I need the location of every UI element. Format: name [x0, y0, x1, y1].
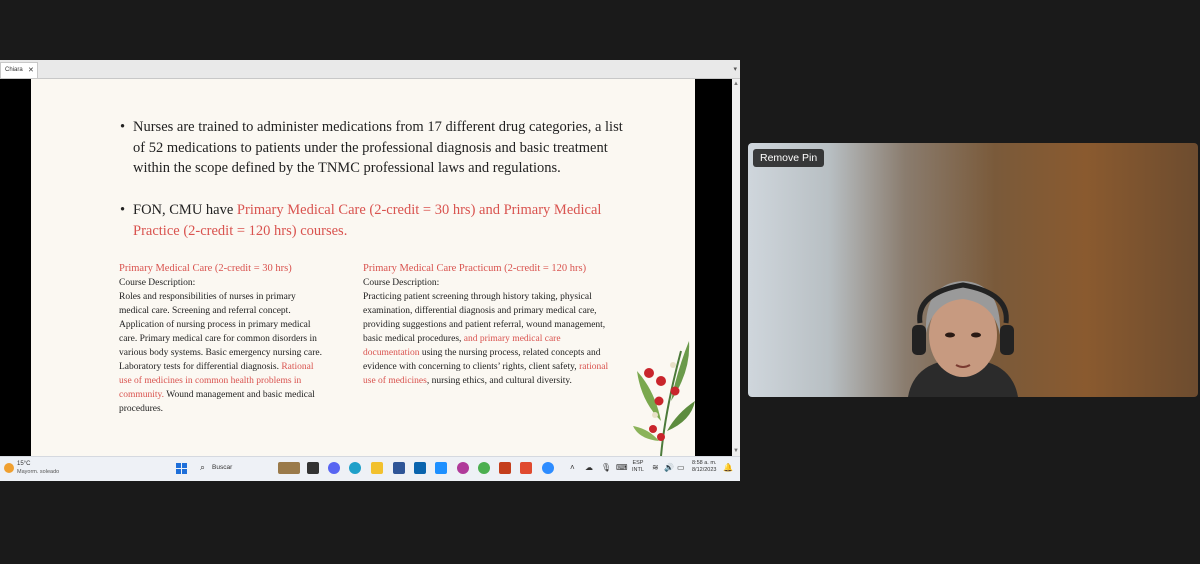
notification-bell-icon[interactable]: 🔔 [723, 463, 733, 472]
chevron-down-icon[interactable]: ▾ [733, 65, 737, 73]
clock-date: 8/12/2023 [692, 467, 717, 473]
task-view-icon[interactable] [307, 462, 319, 474]
shared-screen: Chiara ✕ ▾ • Nurses are trained to admin… [0, 60, 740, 481]
slide: • Nurses are trained to administer medic… [31, 79, 695, 456]
chat-icon[interactable] [328, 462, 340, 474]
app-purple-icon[interactable] [457, 462, 469, 474]
chevron-up-icon[interactable]: ˄ [570, 463, 575, 472]
flower-decoration-icon [633, 341, 695, 456]
right-column: Primary Medical Care Practicum (2-credit… [363, 262, 611, 388]
app-icon[interactable] [435, 462, 447, 474]
right-text-3: , nursing ethics, and cultural diversity… [426, 376, 572, 386]
keyboard-icon[interactable]: ⌨ [616, 463, 628, 472]
folder-icon[interactable] [371, 462, 383, 474]
lync-icon[interactable] [393, 462, 405, 474]
participant-video [908, 281, 1018, 397]
right-column-heading: Primary Medical Care Practicum (2-credit… [363, 263, 587, 274]
mail-icon[interactable] [414, 462, 426, 474]
search-label[interactable]: Buscar [212, 464, 232, 471]
microphone-icon[interactable]: 🎙 [601, 463, 611, 472]
taskbar: 15°C Mayorm. soleado ⌕ Buscar ˄ ☁ 🎙 ⌨ ES… [0, 456, 740, 481]
bullet-dot-icon: • [120, 202, 126, 218]
weather-sun-icon[interactable] [4, 463, 14, 473]
cloud-icon[interactable]: ☁ [585, 463, 593, 472]
tab-title: Chiara [5, 67, 23, 73]
clock[interactable]: 8:58 a. m. 8/12/2023 [692, 460, 716, 474]
tab-chiara[interactable]: Chiara ✕ [0, 62, 38, 78]
close-icon[interactable]: ✕ [28, 66, 34, 74]
vertical-scrollbar[interactable]: ▲ ▼ [732, 79, 740, 456]
clock-time: 8:58 a. m. [692, 460, 717, 466]
bullet-1: • Nurses are trained to administer medic… [120, 117, 638, 179]
right-column-body: Practicing patient screening through his… [363, 290, 611, 388]
office-icon[interactable] [520, 462, 532, 474]
bullet-1-text: Nurses are trained to administer medicat… [133, 119, 623, 176]
bullet-2: • FON, CMU have Primary Medical Care (2-… [120, 200, 638, 241]
powerpoint-icon[interactable] [499, 462, 511, 474]
windows-start-icon[interactable] [176, 463, 187, 474]
battery-icon[interactable]: ▭ [677, 463, 685, 472]
left-column: Primary Medical Care (2-credit = 30 hrs)… [119, 262, 325, 416]
lang-top: ESP [632, 460, 644, 466]
lang-bottom: INTL [632, 467, 644, 473]
scroll-down-icon[interactable]: ▼ [733, 448, 739, 454]
search-icon[interactable]: ⌕ [200, 462, 205, 473]
bullet-2-plain: FON, CMU have [133, 202, 237, 218]
bullet-dot-icon: • [120, 119, 126, 135]
right-column-sub: Course Description: [363, 278, 440, 288]
weather-temp[interactable]: 15°C [17, 461, 30, 467]
weather-desc[interactable]: Mayorm. soleado [17, 469, 59, 475]
left-column-sub: Course Description: [119, 278, 196, 288]
zoom-icon[interactable] [542, 462, 554, 474]
wifi-icon[interactable]: ≋ [652, 463, 659, 472]
scroll-up-icon[interactable]: ▲ [733, 81, 739, 87]
video-tile[interactable]: Remove Pin [748, 143, 1198, 397]
left-text-1: Roles and responsibilities of nurses in … [119, 292, 322, 372]
slide-area: • Nurses are trained to administer medic… [0, 79, 732, 456]
tab-bar: Chiara ✕ ▾ [0, 60, 740, 79]
remove-pin-button[interactable]: Remove Pin [753, 149, 825, 167]
left-column-heading: Primary Medical Care (2-credit = 30 hrs) [119, 263, 292, 274]
left-column-body: Roles and responsibilities of nurses in … [119, 290, 325, 416]
volume-icon[interactable]: 🔊 [664, 463, 674, 472]
widget-image-icon[interactable] [278, 462, 300, 474]
language-indicator[interactable]: ESP INTL [632, 460, 644, 474]
chrome-icon[interactable] [478, 462, 490, 474]
edge-icon[interactable] [349, 462, 361, 474]
